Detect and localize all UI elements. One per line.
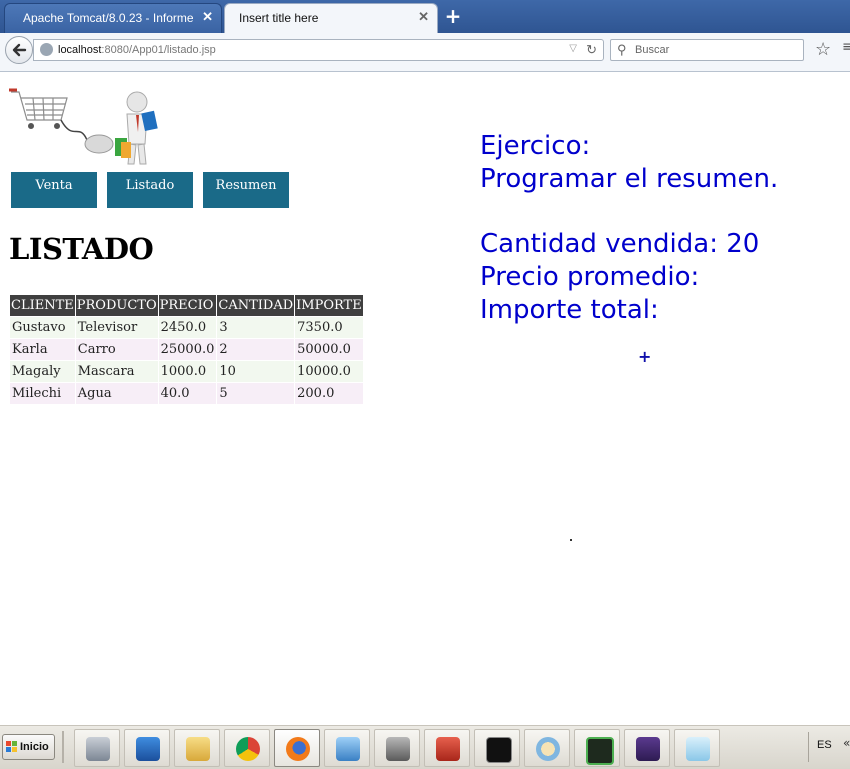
page-content: Venta Listado Resumen LISTADO CLIENTE PR… — [0, 72, 850, 725]
tray-separator — [808, 732, 809, 762]
table-row: Milechi Agua 40.0 5 200.0 — [10, 383, 363, 404]
java-ee-ide-icon[interactable] — [624, 729, 670, 767]
cell-producto: Carro — [75, 339, 158, 360]
table-row: Karla Carro 25000.0 2 50000.0 — [10, 339, 363, 360]
new-tab-button[interactable]: + — [444, 5, 462, 27]
cell-cantidad: 3 — [217, 317, 295, 338]
taskbar: Inicio ES « — [0, 725, 850, 769]
cell-importe: 50000.0 — [295, 339, 363, 360]
back-button[interactable] — [5, 36, 33, 64]
nav-button-resumen[interactable]: Resumen — [203, 172, 289, 208]
cell-precio: 2450.0 — [158, 317, 217, 338]
tab-apache-tomcat[interactable]: Apache Tomcat/8.0.23 - Informe ... ✕ — [4, 3, 222, 33]
navigation-bar: localhost:8080/App01/listado.jsp ▽ ↻ ⚲ B… — [0, 33, 850, 72]
column-header-cantidad: CANTIDAD — [217, 295, 295, 316]
cell-cantidad: 5 — [217, 383, 295, 404]
search-icon: ⚲ — [617, 42, 627, 57]
language-indicator[interactable]: ES — [817, 739, 832, 751]
cell-importe: 7350.0 — [295, 317, 363, 338]
powershell-icon[interactable] — [124, 729, 170, 767]
cell-cantidad: 2 — [217, 339, 295, 360]
exercise-line-2: Programar el resumen. — [480, 164, 779, 194]
url-text: localhost:8080/App01/listado.jsp — [58, 44, 216, 56]
column-header-producto: PRODUCTO — [75, 295, 158, 316]
url-host: localhost — [58, 44, 102, 56]
cell-precio: 25000.0 — [158, 339, 217, 360]
cell-cantidad: 10 — [217, 361, 295, 382]
firefox-icon[interactable] — [274, 729, 320, 767]
bookmark-star-icon[interactable]: ☆ — [815, 39, 831, 60]
server-icon[interactable] — [74, 729, 120, 767]
browser-tab-bar: Apache Tomcat/8.0.23 - Informe ... ✕ Ins… — [0, 0, 850, 33]
tab-insert-title-here[interactable]: Insert title here ✕ — [224, 3, 438, 33]
terminal-icon[interactable] — [574, 729, 620, 767]
notepad-icon[interactable] — [674, 729, 720, 767]
plus-symbol: + — [638, 347, 652, 366]
cell-producto: Mascara — [75, 361, 158, 382]
url-path: :8080/App01/listado.jsp — [101, 44, 216, 56]
cell-cliente: Karla — [10, 339, 75, 360]
table-row: Magaly Mascara 1000.0 10 10000.0 — [10, 361, 363, 382]
toolbox-icon[interactable] — [424, 729, 470, 767]
importe-total-text: Importe total: — [480, 295, 659, 325]
back-arrow-icon — [12, 43, 27, 57]
column-header-precio: PRECIO — [158, 295, 217, 316]
overflow-menu-icon[interactable]: ≡ — [842, 39, 850, 55]
close-tab-icon[interactable]: ✕ — [202, 9, 213, 25]
taskbar-separator — [62, 731, 64, 763]
tab-label: Apache Tomcat/8.0.23 - Informe ... — [23, 11, 193, 25]
tray-expand-icon[interactable]: « — [843, 736, 850, 750]
exercise-text-block: Ejercico: Programar el resumen. Cantidad… — [480, 130, 778, 327]
cell-cliente: Magaly — [10, 361, 75, 382]
start-label: Inicio — [20, 741, 49, 753]
column-header-cliente: CLIENTE — [10, 295, 75, 316]
cmd-icon[interactable] — [474, 729, 520, 767]
cell-precio: 40.0 — [158, 383, 217, 404]
chrome-icon[interactable] — [224, 729, 270, 767]
stray-dot — [570, 539, 572, 541]
cell-cliente: Gustavo — [10, 317, 75, 338]
network-icon[interactable] — [324, 729, 370, 767]
precio-promedio-text: Precio promedio: — [480, 262, 700, 292]
cell-importe: 10000.0 — [295, 361, 363, 382]
url-dropdown-icon[interactable]: ▽ — [569, 43, 577, 54]
file-explorer-icon[interactable] — [174, 729, 220, 767]
windows-logo-icon — [6, 741, 18, 753]
exercise-spacer — [480, 196, 778, 228]
cell-producto: Agua — [75, 383, 158, 404]
exercise-line-1: Ejercico: — [480, 131, 591, 161]
paint-icon[interactable] — [524, 729, 570, 767]
nav-button-venta[interactable]: Venta — [11, 172, 97, 208]
nav-button-listado[interactable]: Listado — [107, 172, 193, 208]
cell-precio: 1000.0 — [158, 361, 217, 382]
projector-icon[interactable] — [374, 729, 420, 767]
sales-table: CLIENTE PRODUCTO PRECIO CANTIDAD IMPORTE… — [9, 294, 364, 405]
search-input[interactable]: ⚲ Buscar — [610, 39, 804, 61]
page-title: LISTADO — [9, 232, 154, 266]
search-placeholder: Buscar — [635, 44, 670, 56]
start-button[interactable]: Inicio — [2, 734, 55, 760]
table-row: Gustavo Televisor 2450.0 3 7350.0 — [10, 317, 363, 338]
url-bar[interactable]: localhost:8080/App01/listado.jsp ▽ ↻ — [33, 39, 604, 61]
cell-importe: 200.0 — [295, 383, 363, 404]
cell-cliente: Milechi — [10, 383, 75, 404]
reload-icon[interactable]: ↻ — [586, 42, 597, 58]
table-header-row: CLIENTE PRODUCTO PRECIO CANTIDAD IMPORTE — [10, 295, 363, 316]
tab-label: Insert title here — [239, 11, 319, 25]
globe-icon — [40, 43, 53, 56]
column-header-importe: IMPORTE — [295, 295, 363, 316]
close-tab-icon[interactable]: ✕ — [418, 9, 429, 25]
shopping-logo-image — [9, 88, 158, 165]
cantidad-vendida-text: Cantidad vendida: 20 — [480, 229, 760, 259]
cell-producto: Televisor — [75, 317, 158, 338]
